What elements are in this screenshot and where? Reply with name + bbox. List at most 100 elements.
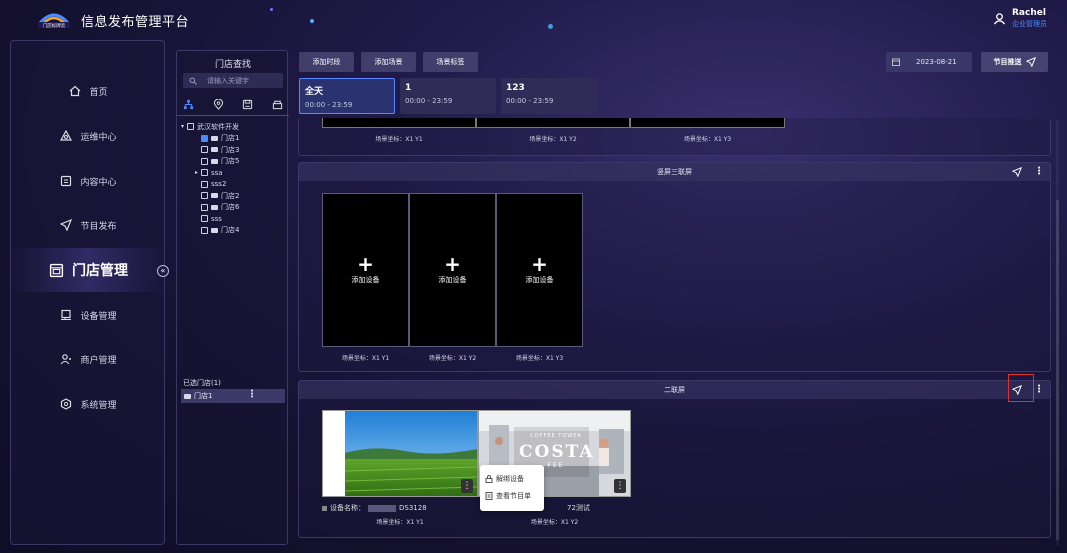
svg-text:门店标牌云: 门店标牌云 xyxy=(43,22,66,29)
selected-stores-title: 已选门店(1) xyxy=(183,379,221,387)
user-role: 企业管理员 xyxy=(1012,20,1047,28)
lock-icon xyxy=(485,474,493,483)
scene-coordinate: 场景坐标：X1 Y2 xyxy=(529,136,577,143)
sidebar-item-store[interactable]: 门店管理 xyxy=(11,248,166,292)
tree-node[interactable]: ▾ 武汉软件开发 xyxy=(181,121,286,133)
screen-card-bottom xyxy=(630,118,785,128)
add-device-label: 添加设备 xyxy=(351,276,380,284)
scene-coordinate: 场景坐标：X1 Y1 xyxy=(376,519,424,526)
sidebar-item-label: 门店管理 xyxy=(72,263,128,279)
chevron-down-icon[interactable]: ▾ xyxy=(181,123,184,130)
device-screen-card[interactable]: ⋮ xyxy=(322,410,478,497)
tree-checkbox[interactable] xyxy=(201,180,208,188)
more-button[interactable]: ⋮ xyxy=(614,479,626,493)
sidebar-item-merchant[interactable]: 商户管理 xyxy=(11,348,166,370)
tree-checkbox[interactable] xyxy=(201,226,208,234)
period-tab-allday[interactable]: 全天 00:00 - 23:59 xyxy=(299,78,395,114)
tree-checkbox[interactable] xyxy=(187,123,195,131)
device-icon xyxy=(61,309,72,320)
tree-node[interactable]: 门店2 xyxy=(181,190,286,202)
tree-checkbox[interactable] xyxy=(201,203,208,211)
tree-checkbox[interactable] xyxy=(201,169,209,177)
store-item-icon xyxy=(211,147,218,153)
add-device-label: 添加设备 xyxy=(525,276,554,284)
tree-node-label: 门店1 xyxy=(221,134,240,143)
period-tab-1[interactable]: 1 00:00 - 23:59 xyxy=(400,78,496,114)
store-front-icon[interactable] xyxy=(272,99,283,110)
tree-node[interactable]: sss2 xyxy=(181,179,286,191)
more-icon[interactable]: ⋮ xyxy=(1034,384,1044,396)
period-tab-123[interactable]: 123 00:00 - 23:59 xyxy=(501,78,597,114)
tree-node-label: 武汉软件开发 xyxy=(197,122,240,131)
date-picker[interactable]: 2023-08-21 xyxy=(886,52,972,72)
sidebar-item-home[interactable]: 首页 xyxy=(11,80,166,102)
save-icon[interactable] xyxy=(242,99,253,110)
menu-label: 查看节目单 xyxy=(496,491,531,500)
user-menu[interactable]: Rachel 企业管理员 xyxy=(993,8,1047,29)
scene-coordinate: 场景坐标：X1 Y3 xyxy=(515,355,564,362)
sidebar-item-ops[interactable]: 运维中心 xyxy=(11,125,166,147)
app-title: 信息发布管理平台 xyxy=(81,15,190,30)
plus-icon: + xyxy=(531,252,548,276)
plus-icon: + xyxy=(357,252,374,276)
scrollbar-thumb[interactable] xyxy=(1056,200,1059,540)
period-name: 全天 xyxy=(305,87,324,97)
tree-node[interactable]: 门店1 xyxy=(181,133,286,145)
sidebar-item-content[interactable]: 内容中心 xyxy=(11,170,166,192)
app-logo: 门店标牌云 xyxy=(38,13,70,29)
store-item-icon xyxy=(211,227,218,233)
blurred-text xyxy=(368,504,396,512)
menu-label: 解绑设备 xyxy=(496,474,524,483)
brand-text: COSTA xyxy=(519,442,595,462)
sidebar-item-label: 设备管理 xyxy=(80,311,117,322)
send-icon[interactable] xyxy=(1012,167,1022,177)
sidebar-collapse-button[interactable]: « xyxy=(157,265,169,277)
period-time: 00:00 - 23:59 xyxy=(305,101,353,109)
plus-icon: + xyxy=(444,252,461,276)
tree-node[interactable]: 门店3 xyxy=(181,144,286,156)
unbind-device-menu-item[interactable]: 解绑设备 xyxy=(480,470,544,487)
scene-tag-button[interactable]: 场景标签 xyxy=(423,52,478,72)
tree-checkbox[interactable] xyxy=(201,192,208,200)
search-icon xyxy=(189,77,197,85)
program-push-button[interactable]: 节目推送 xyxy=(981,52,1048,72)
add-scene-button[interactable]: 添加场景 xyxy=(361,52,416,72)
view-program-menu-item[interactable]: 查看节目单 xyxy=(480,487,544,504)
selected-store-item[interactable]: 门店1 ⋮ xyxy=(181,389,285,403)
tree-checkbox[interactable] xyxy=(201,146,208,154)
highlight-box xyxy=(1008,374,1034,402)
scene-coordinate: 场景坐标：X1 Y2 xyxy=(428,355,477,362)
device-name-value: 72测试 xyxy=(567,504,590,512)
add-period-button[interactable]: 添加时段 xyxy=(299,52,354,72)
sidebar-item-device[interactable]: 设备管理 xyxy=(11,304,166,326)
tree-checkbox[interactable] xyxy=(201,157,208,165)
more-icon[interactable]: ⋮ xyxy=(1034,166,1044,178)
location-icon[interactable] xyxy=(213,99,224,110)
push-label: 节目推送 xyxy=(993,58,1022,66)
tree-node[interactable]: ▸ ssa xyxy=(181,167,286,179)
tree-node[interactable]: 门店4 xyxy=(181,225,286,237)
sidebar-item-label: 首页 xyxy=(89,87,108,98)
add-device-card[interactable]: + 添加设备 xyxy=(322,193,409,347)
device-name-row: 设备名称： DS3128 xyxy=(322,503,427,513)
user-icon xyxy=(993,13,1006,25)
tree-checkbox[interactable] xyxy=(201,134,208,142)
section-title: 竖屏三联屏 xyxy=(299,163,1050,181)
screen-card-bottom xyxy=(476,118,630,128)
tree-node[interactable]: 门店6 xyxy=(181,202,286,214)
tree-node[interactable]: sss xyxy=(181,213,286,225)
tree-checkbox[interactable] xyxy=(201,215,208,223)
sidebar-item-publish[interactable]: 节目发布 xyxy=(11,214,166,236)
device-name-value: DS3128 xyxy=(399,504,427,512)
add-device-card[interactable]: + 添加设备 xyxy=(496,193,583,347)
more-icon[interactable]: ⋮ xyxy=(247,389,257,400)
add-device-card[interactable]: + 添加设备 xyxy=(409,193,496,347)
more-button[interactable]: ⋮ xyxy=(461,479,473,493)
sidebar-item-system[interactable]: 系统管理 xyxy=(11,393,166,415)
store-finder-panel: 门店查找 请输入关键字 ▾ 武汉软件开发 门店1 门店3 门店5 ▸ ssa sss2 门店2 门… xyxy=(176,50,289,545)
chevron-right-icon[interactable]: ▸ xyxy=(195,169,198,176)
store-search-input[interactable]: 请输入关键字 xyxy=(183,73,283,88)
tree-node[interactable]: 门店5 xyxy=(181,156,286,168)
org-tree-icon[interactable] xyxy=(183,99,194,110)
scene-coordinate: 场景坐标：X1 Y1 xyxy=(375,136,423,143)
